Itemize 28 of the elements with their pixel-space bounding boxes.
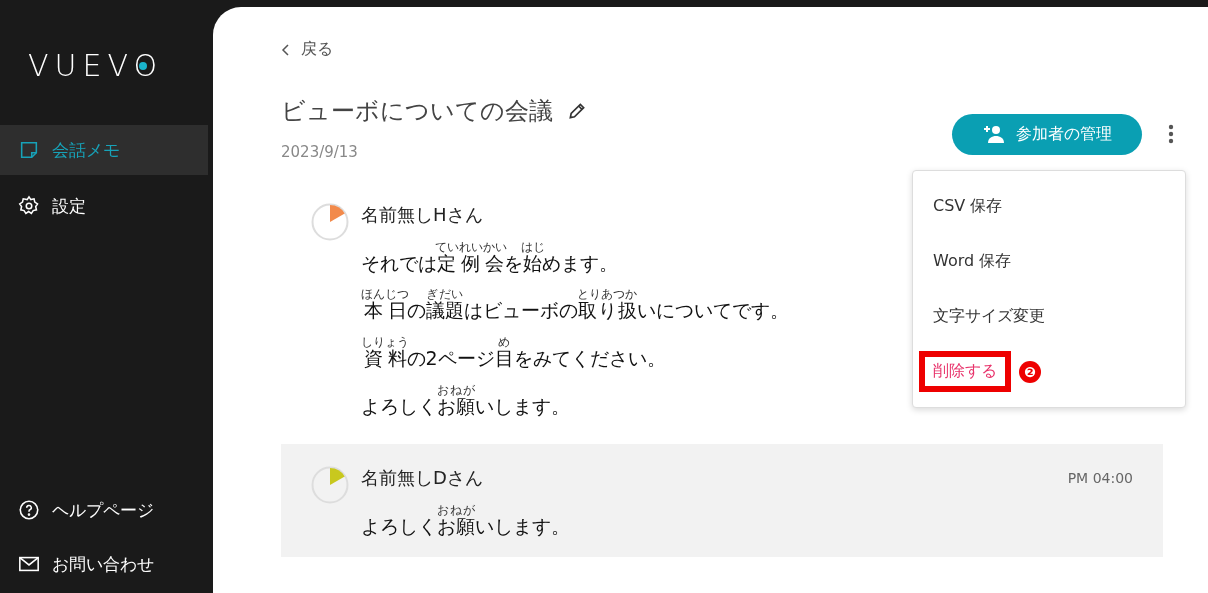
utterance-text: よろしく お願 おねが いします。 bbox=[361, 503, 570, 538]
menu-item[interactable]: Word 保存 bbox=[919, 244, 1026, 279]
chevron-left-icon bbox=[281, 42, 291, 57]
speaker-name: 名前無しDさん bbox=[361, 465, 483, 490]
step-number-badge: ❷ bbox=[1019, 360, 1041, 383]
more-menu-button[interactable] bbox=[1168, 124, 1174, 144]
meeting-date: 2023/9/13 bbox=[281, 142, 359, 161]
sidebar-item[interactable]: お問い合わせ bbox=[0, 539, 208, 589]
add-person-icon bbox=[982, 124, 1004, 144]
settings-icon bbox=[18, 195, 40, 217]
meeting-title: ビューボについての会議 bbox=[281, 95, 553, 127]
utterance-text: 本日 ほんじつ の議題 ぎだい はビューボの取り扱 とりあつか いについてです。 bbox=[361, 288, 789, 323]
utterance-text: 資料 しりょう の2ページ目 め をみてください。 bbox=[361, 336, 666, 370]
help-icon bbox=[18, 499, 40, 521]
back-link[interactable]: 戻る bbox=[281, 39, 333, 60]
speaker-name: 名前無しHさん bbox=[361, 202, 483, 227]
pencil-icon[interactable] bbox=[567, 100, 587, 121]
sidebar-item[interactable]: ヘルプページ bbox=[0, 485, 208, 535]
vuevo-logo: VUEVO bbox=[28, 48, 164, 83]
sidebar-item[interactable]: 設定 bbox=[0, 181, 208, 231]
menu-item[interactable]: 文字サイズ変更 bbox=[919, 299, 1059, 334]
menu-item[interactable]: CSV 保存 bbox=[919, 189, 1017, 224]
utterance-text: よろしく お願 おねが いします。 bbox=[361, 383, 570, 418]
menu-item[interactable]: 削除する bbox=[919, 351, 1011, 392]
sidebar-item[interactable]: 会話メモ bbox=[0, 125, 208, 175]
utterance-text: それでは定例会 ていれいかい を始 はじ めます。 bbox=[361, 240, 618, 275]
message-time: PM 04:00 bbox=[1067, 469, 1133, 486]
note-icon bbox=[18, 139, 40, 161]
